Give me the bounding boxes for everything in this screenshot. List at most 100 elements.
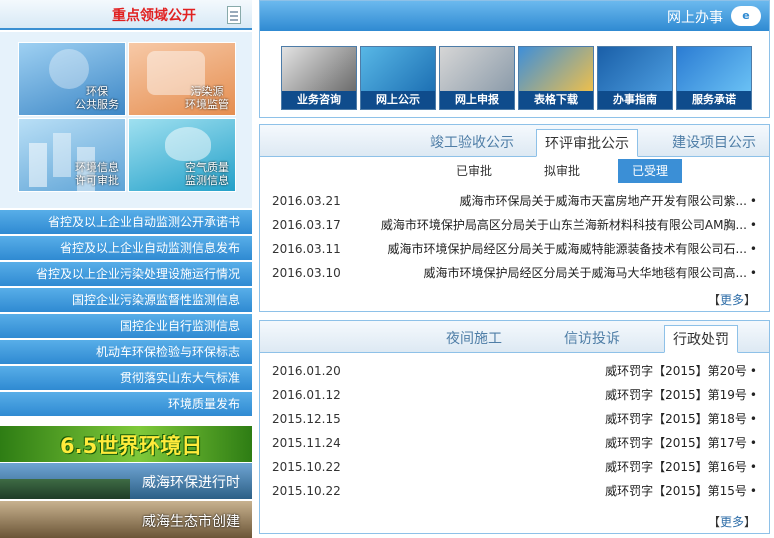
banner-environment-progress[interactable]: 威海环保进行时 (0, 463, 252, 499)
sidebar-link[interactable]: 贯彻落实山东大气标准 (0, 366, 252, 390)
item-title[interactable]: 威环罚字【2015】第17号 (605, 431, 757, 455)
compass-icon (598, 47, 672, 93)
online-office-header: 网上办事 e (260, 1, 769, 31)
sidebar-link[interactable]: 省控及以上企业自动监测信息发布 (0, 236, 252, 260)
main-content: 网上办事 e 服务承诺 办事指南 表格下载 网上申报 网上公示 业务咨询 建设项… (259, 0, 774, 538)
panel-title: 网上办事 (667, 10, 723, 26)
service-label: 表格下载 (519, 91, 593, 109)
item-title[interactable]: 威环罚字【2015】第16号 (605, 455, 757, 479)
service-label: 网上申报 (440, 91, 514, 109)
sidebar-link[interactable]: 国控企业自行监测信息 (0, 314, 252, 338)
service-label: 办事指南 (598, 91, 672, 109)
tile-label: 污染源 环境监管 (185, 85, 229, 111)
item-title[interactable]: 威环罚字【2015】第20号 (605, 359, 757, 383)
list-item[interactable]: 威环罚字【2015】第20号 2016.01.20 (260, 359, 769, 383)
penalty-panel: 行政处罚 信访投诉 夜间施工 威环罚字【2015】第20号 2016.01.20… (259, 320, 770, 534)
item-title[interactable]: 威环罚字【2015】第15号 (605, 479, 757, 503)
list-item[interactable]: 威环罚字【2015】第16号 2015.10.22 (260, 455, 769, 479)
item-title[interactable]: 威海市环境保护局经区分局关于威海威特能源装备技术有限公司石... (387, 237, 757, 261)
globe-icon (677, 47, 751, 93)
sidebar: 重点领域公开 环保 公共服务 污染源 环境监管 环境信息 许可审批 空气质量 监… (0, 0, 252, 538)
tab-administrative-penalty[interactable]: 行政处罚 (664, 325, 738, 353)
tile-label: 环境信息 许可审批 (75, 161, 119, 187)
city-skyline-image (0, 479, 130, 499)
cloud-icon (165, 127, 211, 161)
tile-public-service[interactable]: 环保 公共服务 (18, 42, 126, 116)
sidebar-link[interactable]: 环境质量发布 (0, 392, 252, 416)
service-online-application[interactable]: 网上申报 (439, 46, 515, 110)
tile-label: 空气质量 监测信息 (185, 161, 229, 187)
service-label: 网上公示 (361, 91, 435, 109)
sidebar-link[interactable]: 机动车环保检验与环保标志 (0, 340, 252, 364)
list-item[interactable]: 威海市环保局关于威海市天富房地产开发有限公司紫... 2016.03.21 (260, 189, 769, 213)
project-publicity-panel: 建设项目公示 环评审批公示 竣工验收公示 已受理 拟审批 已审批 威海市环保局关… (259, 124, 770, 312)
service-guide[interactable]: 办事指南 (597, 46, 673, 110)
tile-pollution-supervision[interactable]: 污染源 环境监管 (128, 42, 236, 116)
document-icon (227, 6, 241, 24)
item-date: 2016.01.12 (272, 388, 341, 402)
item-date: 2015.12.15 (272, 412, 341, 426)
banner-label: 威海环保进行时 (142, 475, 240, 491)
service-commitment[interactable]: 服务承诺 (676, 46, 752, 110)
businessman-icon (282, 47, 356, 93)
list-item[interactable]: 威海市环境保护局高区分局关于山东兰海新材料科技有限公司AM胸... 2016.0… (260, 213, 769, 237)
banner-eco-city[interactable]: 威海生态市创建 (0, 501, 252, 538)
item-title[interactable]: 威海市环保局关于威海市天富房地产开发有限公司紫... (459, 189, 757, 213)
banner-environment-day[interactable]: 6.5世界环境日 (0, 426, 252, 462)
list-item[interactable]: 威环罚字【2015】第18号 2015.12.15 (260, 407, 769, 431)
computer-icon (361, 47, 435, 93)
online-office-panel: 网上办事 e 服务承诺 办事指南 表格下载 网上申报 网上公示 业务咨询 (259, 0, 770, 118)
more-link[interactable]: 【更多】 (708, 291, 756, 308)
subtab-approved[interactable]: 已审批 (442, 159, 506, 183)
project-subtabs: 已受理 拟审批 已审批 (260, 159, 769, 183)
tab-petition-complaint[interactable]: 信访投诉 (556, 325, 628, 353)
item-date: 2015.11.24 (272, 436, 341, 450)
tile-air-quality[interactable]: 空气质量 监测信息 (128, 118, 236, 192)
list-item[interactable]: 威海市环境保护局经区分局关于威海马大华地毯有限公司高... 2016.03.10 (260, 261, 769, 285)
tab-construction-project[interactable]: 建设项目公示 (664, 129, 764, 157)
tile-grid: 环保 公共服务 污染源 环境监管 环境信息 许可审批 空气质量 监测信息 (0, 32, 252, 208)
tab-night-construction[interactable]: 夜间施工 (438, 325, 510, 353)
banner-label: 威海生态市创建 (142, 514, 240, 530)
tab-eia-approval[interactable]: 环评审批公示 (536, 129, 638, 157)
service-online-publicity[interactable]: 网上公示 (360, 46, 436, 110)
item-title[interactable]: 威环罚字【2015】第18号 (605, 407, 757, 431)
sidebar-link[interactable]: 国控企业污染源监督性监测信息 (0, 288, 252, 312)
sidebar-link[interactable]: 省控及以上企业污染处理设施运行情况 (0, 262, 252, 286)
tile-approval-info[interactable]: 环境信息 许可审批 (18, 118, 126, 192)
tab-completion-acceptance[interactable]: 竣工验收公示 (422, 129, 522, 157)
item-date: 2016.03.21 (272, 194, 341, 208)
service-consultation[interactable]: 业务咨询 (281, 46, 357, 110)
sidebar-links: 省控及以上企业自动监测公开承诺书 省控及以上企业自动监测信息发布 省控及以上企业… (0, 210, 252, 418)
item-date: 2016.03.11 (272, 242, 341, 256)
tree-icon (49, 49, 89, 89)
item-title[interactable]: 威海市环境保护局高区分局关于山东兰海新材料科技有限公司AM胸... (381, 213, 757, 237)
list-item[interactable]: 威海市环境保护局经区分局关于威海威特能源装备技术有限公司石... 2016.03… (260, 237, 769, 261)
service-label: 服务承诺 (677, 91, 751, 109)
item-date: 2016.01.20 (272, 364, 341, 378)
service-form-download[interactable]: 表格下载 (518, 46, 594, 110)
list-item[interactable]: 威环罚字【2015】第15号 2015.10.22 (260, 479, 769, 503)
project-tabs: 建设项目公示 环评审批公示 竣工验收公示 (260, 125, 769, 157)
item-title[interactable]: 威海市环境保护局经区分局关于威海马大华地毯有限公司高... (423, 261, 757, 285)
list-item[interactable]: 威环罚字【2015】第17号 2015.11.24 (260, 431, 769, 455)
item-date: 2016.03.17 (272, 218, 341, 232)
subtab-pending[interactable]: 拟审批 (530, 159, 594, 183)
people-icon (440, 47, 514, 93)
item-date: 2016.03.10 (272, 266, 341, 280)
penalty-list: 威环罚字【2015】第20号 2016.01.20 威环罚字【2015】第19号… (260, 359, 769, 503)
banner-label: 6.5世界环境日 (60, 434, 203, 458)
item-date: 2015.10.22 (272, 484, 341, 498)
item-title[interactable]: 威环罚字【2015】第19号 (605, 383, 757, 407)
penalty-tabs: 行政处罚 信访投诉 夜间施工 (260, 321, 769, 353)
more-link[interactable]: 【更多】 (708, 513, 756, 530)
project-list: 威海市环保局关于威海市天富房地产开发有限公司紫... 2016.03.21 威海… (260, 189, 769, 285)
more-label: 更多 (720, 293, 745, 307)
service-label: 业务咨询 (282, 91, 356, 109)
tile-label: 环保 公共服务 (75, 85, 119, 111)
sidebar-link[interactable]: 省控及以上企业自动监测公开承诺书 (0, 210, 252, 234)
sidebar-header: 重点领域公开 (0, 0, 252, 30)
more-label: 更多 (720, 515, 745, 529)
list-item[interactable]: 威环罚字【2015】第19号 2016.01.12 (260, 383, 769, 407)
subtab-accepted[interactable]: 已受理 (618, 159, 682, 183)
